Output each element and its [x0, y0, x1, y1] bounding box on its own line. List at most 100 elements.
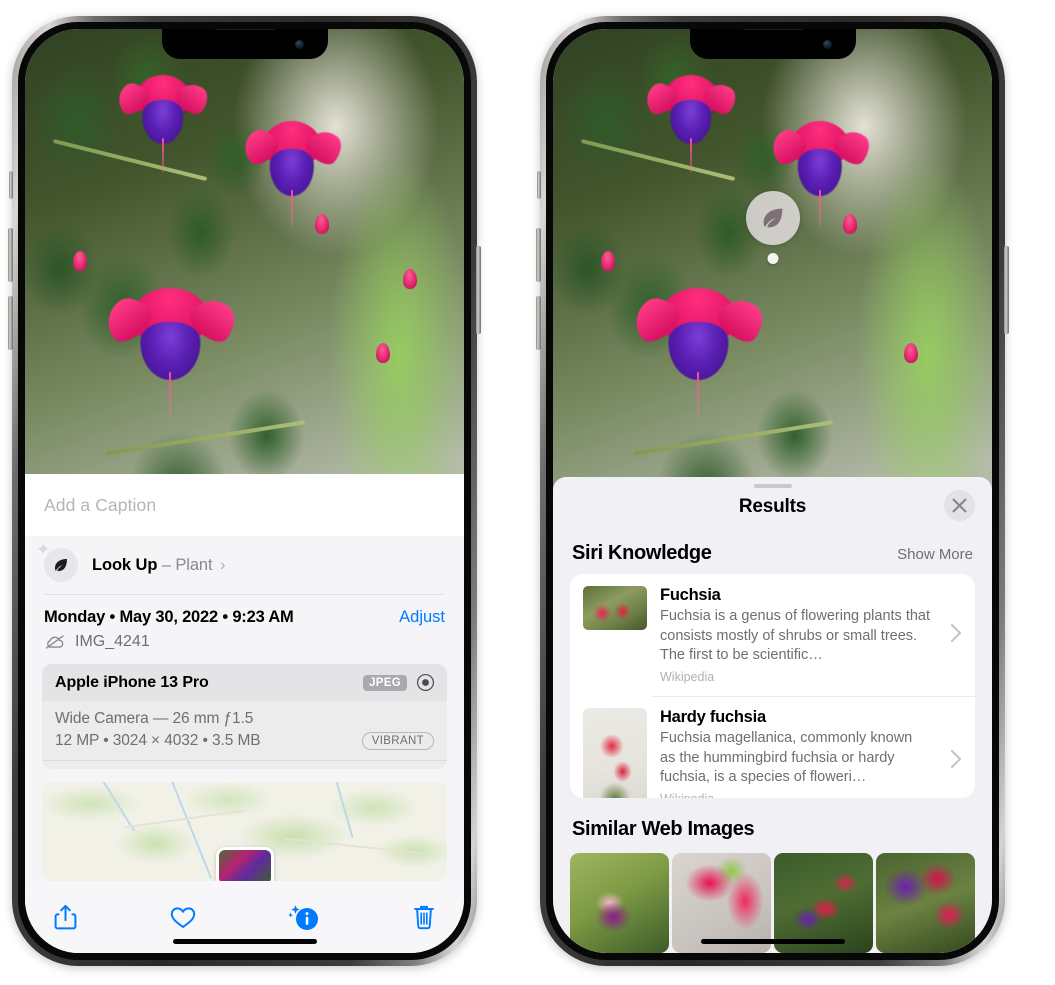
flower-bud	[402, 269, 417, 290]
flower-bud	[314, 213, 329, 234]
flower-bud	[904, 343, 919, 364]
fuchsia-bloom	[134, 75, 191, 172]
home-indicator[interactable]	[172, 939, 317, 944]
photo-info-sheet: Add a Caption ✦ Look Up – Plant › Monday…	[25, 474, 464, 953]
flower-bud	[842, 213, 857, 234]
camera-model: Apple iPhone 13 Pro	[55, 673, 209, 691]
location-map[interactable]	[42, 781, 447, 881]
fuchsia-bloom	[130, 287, 211, 418]
fuchsia-bloom	[662, 75, 719, 172]
card-source: Wikipedia	[660, 792, 931, 798]
capture-date: Monday • May 30, 2022 • 9:23 AM	[44, 608, 294, 626]
exif-divider: |	[363, 768, 367, 769]
exif-iso: ISO 50	[55, 768, 97, 769]
front-camera-icon	[294, 40, 304, 49]
heart-icon[interactable]	[169, 904, 197, 930]
sparkle-icon: ✦	[36, 540, 51, 559]
fuchsia-bloom	[790, 121, 851, 227]
info-sparkle-icon[interactable]	[287, 902, 321, 932]
chevron-right-icon	[950, 623, 962, 648]
chevron-right-icon: ›	[219, 555, 226, 574]
similar-web-images-header: Similar Web Images	[553, 798, 992, 850]
volume-down-button[interactable]	[8, 296, 13, 350]
format-badge: JPEG	[363, 674, 407, 691]
card-description: Fuchsia is a genus of flowering plants t…	[660, 608, 931, 663]
share-icon[interactable]	[53, 903, 78, 931]
aperture-icon	[416, 673, 435, 692]
show-more-button[interactable]: Show More	[897, 546, 973, 563]
screen-right: Results Siri Knowledge Show More Fuchsia…	[553, 29, 992, 953]
device-notch	[161, 29, 328, 59]
exif-divider: |	[287, 768, 291, 769]
exif-ev: 0 ev	[238, 768, 264, 769]
camera-info-card[interactable]: Apple iPhone 13 Pro JPEG Wide Camera — 2…	[42, 664, 447, 769]
exif-divider: |	[120, 768, 124, 769]
exif-focal: 26 mm	[147, 768, 188, 769]
results-title: Results	[738, 496, 807, 518]
section-title: Similar Web Images	[572, 818, 755, 840]
photographic-style-badge: VIBRANT	[361, 732, 434, 750]
volume-up-button[interactable]	[8, 228, 13, 282]
web-image-thumbnail[interactable]	[876, 853, 975, 953]
file-name: IMG_4241	[75, 633, 150, 650]
look-up-dash: –	[161, 555, 171, 574]
front-camera-icon	[822, 40, 832, 49]
power-button[interactable]	[1004, 246, 1009, 334]
leaf-icon: ✦	[36, 541, 78, 582]
exif-divider: |	[211, 768, 215, 769]
siri-knowledge-cards: Fuchsia Fuchsia is a genus of flowering …	[570, 574, 975, 798]
iphone-device-right: Results Siri Knowledge Show More Fuchsia…	[536, 16, 1009, 966]
web-image-thumbnail[interactable]	[570, 853, 669, 953]
close-icon	[952, 498, 967, 513]
look-up-label: Look Up – Plant ›	[92, 556, 225, 575]
lookup-anchor-dot	[767, 253, 778, 264]
mute-switch[interactable]	[537, 171, 541, 199]
device-bezel-left: Add a Caption ✦ Look Up – Plant › Monday…	[18, 22, 471, 960]
photo-pin[interactable]	[215, 847, 274, 881]
screen-left: Add a Caption ✦ Look Up – Plant › Monday…	[25, 29, 464, 953]
photo-metadata: Monday • May 30, 2022 • 9:23 AM Adjust I…	[25, 595, 464, 651]
exif-aperture: ƒ1.5	[314, 768, 340, 769]
fuchsia-bloom	[262, 121, 323, 227]
exif-shutter: 1/181 s	[390, 768, 434, 769]
volume-up-button[interactable]	[536, 228, 541, 282]
web-image-thumbnail[interactable]	[774, 853, 873, 953]
adjust-button[interactable]: Adjust	[399, 608, 445, 627]
look-up-title: Look Up	[92, 555, 158, 574]
volume-down-button[interactable]	[536, 296, 541, 350]
card-description: Fuchsia magellanica, commonly known as t…	[660, 730, 913, 785]
iphone-device-left: Add a Caption ✦ Look Up – Plant › Monday…	[8, 16, 481, 966]
device-notch	[689, 29, 856, 59]
results-sheet: Results Siri Knowledge Show More Fuchsia…	[553, 477, 992, 953]
web-image-thumbnail[interactable]	[672, 853, 771, 953]
mute-switch[interactable]	[9, 171, 13, 199]
visual-lookup-leaf-badge[interactable]	[745, 191, 800, 264]
leaf-icon	[763, 208, 782, 228]
power-button[interactable]	[476, 246, 481, 334]
earpiece-speaker	[213, 29, 276, 30]
caption-input[interactable]: Add a Caption	[25, 474, 464, 536]
section-title: Siri Knowledge	[572, 542, 712, 565]
look-up-subject: Plant	[175, 555, 213, 574]
card-thumbnail	[583, 708, 647, 798]
trash-icon[interactable]	[412, 903, 436, 931]
lens-spec: Wide Camera — 26 mm ƒ1.5	[55, 710, 254, 727]
knowledge-card-hardy-fuchsia[interactable]: Hardy fuchsia Fuchsia magellanica, commo…	[570, 696, 975, 798]
card-thumbnail	[583, 586, 647, 631]
card-title: Fuchsia	[660, 586, 721, 605]
siri-knowledge-header: Siri Knowledge Show More	[553, 522, 992, 574]
earpiece-speaker	[741, 29, 804, 30]
knowledge-card-fuchsia[interactable]: Fuchsia Fuchsia is a genus of flowering …	[570, 574, 975, 696]
card-title: Hardy fuchsia	[660, 708, 766, 727]
look-up-row[interactable]: ✦ Look Up – Plant ›	[25, 536, 464, 595]
screenshot-stage: Add a Caption ✦ Look Up – Plant › Monday…	[0, 0, 1055, 985]
image-size-spec: 12 MP • 3024 × 4032 • 3.5 MB	[55, 732, 261, 749]
fuchsia-bloom	[658, 287, 739, 418]
chevron-right-icon	[950, 749, 962, 774]
similar-web-images-row	[553, 853, 992, 953]
device-bezel-right: Results Siri Knowledge Show More Fuchsia…	[546, 22, 999, 960]
card-source: Wikipedia	[660, 670, 715, 685]
home-indicator[interactable]	[700, 939, 845, 944]
flower-bud	[376, 343, 391, 364]
exif-row: ISO 50 | 26 mm | 0 ev | ƒ1.5 | 1/181 s	[42, 760, 447, 769]
